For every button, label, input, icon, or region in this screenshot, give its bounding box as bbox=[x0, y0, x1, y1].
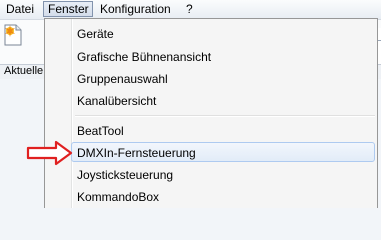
menu-konfiguration[interactable]: Konfiguration bbox=[96, 1, 175, 17]
menu-item-kommandobox[interactable]: KommandoBox bbox=[77, 189, 159, 205]
fenster-dropdown-menu: Geräte Grafische Bühnenansicht Gruppenau… bbox=[44, 18, 378, 208]
status-label: Aktuelle bbox=[4, 65, 44, 77]
menu-separator bbox=[75, 115, 375, 116]
menu-bar: Datei Fenster Konfiguration ? bbox=[0, 0, 381, 20]
menu-item-grafische-buehnenansicht[interactable]: Grafische Bühnenansicht bbox=[77, 49, 211, 65]
menu-item-joysticksteuerung[interactable]: Joysticksteuerung bbox=[77, 167, 173, 183]
menu-item-geraete[interactable]: Geräte bbox=[77, 26, 114, 42]
menu-item-dmxin-fernsteuerung[interactable]: DMXIn-Fernsteuerung bbox=[77, 145, 196, 161]
red-arrow-icon bbox=[26, 140, 73, 166]
menu-help[interactable]: ? bbox=[182, 1, 197, 17]
menu-gutter bbox=[71, 19, 72, 208]
menu-item-gruppenauswahl[interactable]: Gruppenauswahl bbox=[77, 71, 168, 87]
new-document-icon[interactable] bbox=[4, 24, 22, 46]
menu-item-beattool[interactable]: BeatTool bbox=[77, 123, 124, 139]
menu-item-kanaluebersicht[interactable]: Kanalübersicht bbox=[77, 93, 156, 109]
menu-fenster[interactable]: Fenster bbox=[43, 1, 93, 17]
menu-datei[interactable]: Datei bbox=[2, 1, 38, 17]
